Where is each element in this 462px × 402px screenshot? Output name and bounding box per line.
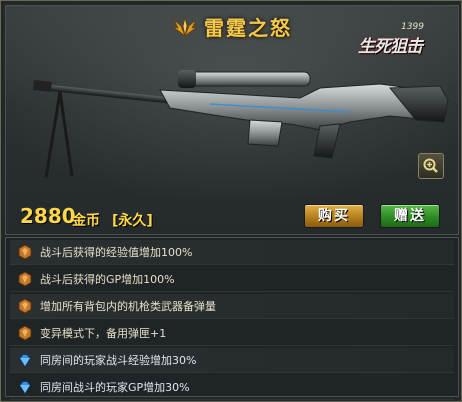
buy-button[interactable]: 购买 bbox=[304, 204, 364, 228]
zoom-button[interactable] bbox=[418, 153, 444, 179]
currency-label: 金币 bbox=[72, 213, 100, 229]
weapon-title: 雷霆之怒 bbox=[204, 16, 292, 40]
blue-diamond-icon bbox=[19, 381, 31, 394]
attribute-text: 增加所有背包内的机枪类武器备弹量 bbox=[40, 300, 216, 313]
game-logo-name: 生死狙击 bbox=[358, 37, 423, 57]
list-item: 战斗后获得的经验值增加100% bbox=[10, 240, 454, 265]
list-item: 增加所有背包内的机枪类武器备弹量 bbox=[10, 294, 454, 319]
price-value: 2880 bbox=[20, 204, 76, 228]
list-item: 同房间的玩家战斗经验增加30% bbox=[10, 348, 454, 373]
list-item: 变异模式下，备用弹匣+1 bbox=[10, 321, 454, 346]
bronze-medal-icon bbox=[18, 271, 32, 287]
attribute-text: 战斗后获得的GP增加100% bbox=[40, 273, 175, 286]
magnifier-icon bbox=[423, 158, 438, 173]
bronze-medal-icon bbox=[18, 244, 32, 260]
attribute-text: 同房间的玩家战斗经验增加30% bbox=[40, 354, 197, 367]
list-item: 同房间战斗的玩家GP增加30% bbox=[10, 375, 454, 400]
blue-diamond-icon bbox=[19, 354, 31, 367]
attribute-text: 变异模式下，备用弹匣+1 bbox=[40, 327, 167, 340]
game-logo: 1399 生死狙击 bbox=[358, 22, 444, 64]
list-item: 战斗后获得的GP增加100% bbox=[10, 267, 454, 292]
attribute-text: 战斗后获得的经验值增加100% bbox=[40, 246, 193, 259]
bronze-medal-icon bbox=[18, 325, 32, 341]
attribute-list: 战斗后获得的经验值增加100% 战斗后获得的GP增加100% 增加所有背包内的机… bbox=[5, 237, 459, 400]
gift-button[interactable]: 赠送 bbox=[380, 204, 440, 228]
duration-label: [永久] bbox=[112, 213, 153, 229]
weapon-detail-panel: 雷霆之怒 1399 生死狙击 2880 金币 [永久] 购买 赠送 战斗后获得的… bbox=[0, 0, 462, 402]
weapon-preview-panel: 雷霆之怒 1399 生死狙击 2880 金币 [永久] 购买 赠送 bbox=[5, 5, 459, 235]
sniper-rifle-image bbox=[32, 70, 449, 179]
winged-emblem-icon bbox=[172, 17, 198, 37]
game-logo-number: 1399 bbox=[401, 22, 424, 32]
price-row: 2880 金币 [永久] 购买 赠送 bbox=[6, 202, 458, 234]
bronze-medal-icon bbox=[18, 298, 32, 314]
attribute-text: 同房间战斗的玩家GP增加30% bbox=[40, 381, 190, 394]
